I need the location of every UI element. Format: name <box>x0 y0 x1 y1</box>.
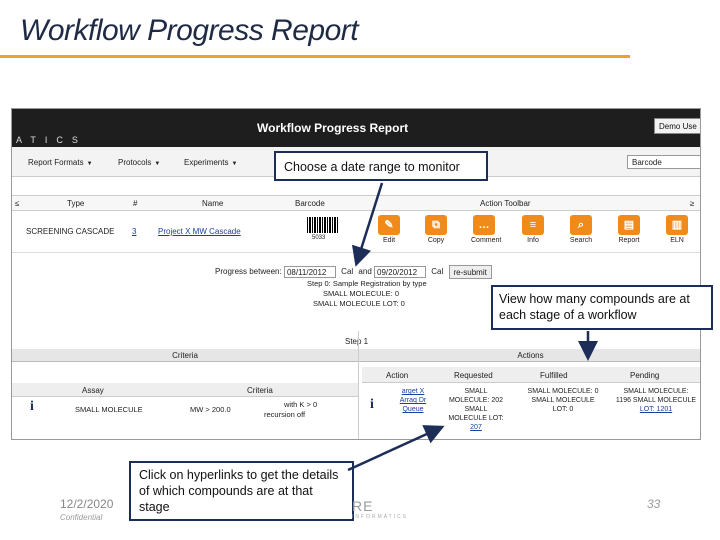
footer-date: 12/2/2020 <box>60 497 114 511</box>
copy-icon: ⧉ <box>425 215 447 235</box>
user-menu-button[interactable]: Demo Use <box>654 118 700 134</box>
step1-label: Step 1 <box>345 337 369 346</box>
chevron-down-icon: ▼ <box>231 161 238 167</box>
callout-date-range: Choose a date range to monitor <box>274 151 488 181</box>
footer-confidential: Confidential <box>60 513 103 522</box>
requested-cell: SMALL MOLECULE: 202 SMALL MOLECULE LOT: … <box>436 387 516 432</box>
step0-small-molecule[interactable]: SMALL MOLECULE: 0 <box>307 289 427 299</box>
step0-title: Step 0: Sample Registration by type <box>307 279 427 288</box>
comment-icon: … <box>473 215 495 235</box>
eln-icon: ▥ <box>666 215 688 235</box>
app-title: Workflow Progress Report <box>257 121 409 135</box>
brand-logo: ATICS <box>16 135 87 145</box>
step0-small-molecule-lot[interactable]: SMALL MOLECULE LOT: 0 <box>307 299 427 309</box>
start-date-input[interactable]: 08/11/2012 <box>283 266 336 278</box>
table-header: ≤ Type # Name Barcode Action Toolbar ≥ <box>12 195 700 211</box>
pending-lot-link[interactable]: LOT: 1201 <box>610 405 700 414</box>
col-pending: Pending <box>630 371 660 380</box>
barcode-number: 5033 <box>312 235 326 241</box>
criteria-table-header: Assay Criteria <box>12 383 358 397</box>
and-label: and <box>358 267 372 277</box>
info-icon: ≡ <box>522 215 544 235</box>
actions-row: i arget X Arraq Dr Queue SMALL MOLECULE:… <box>362 383 700 437</box>
section-divider <box>358 331 359 439</box>
title-divider <box>0 55 630 58</box>
info-icon[interactable]: i <box>30 399 34 415</box>
menu-experiments[interactable]: Experiments ▼ <box>184 158 237 167</box>
fulfilled-cell: SMALL MOLECULE: 0 SMALL MOLECULE LOT: 0 <box>527 388 599 413</box>
actions-section-bar: Actions <box>359 349 700 362</box>
criteria-extra-2: recursion off <box>264 410 306 419</box>
toolbar-report[interactable]: ▤ Report <box>616 215 642 244</box>
report-icon: ▤ <box>618 215 640 235</box>
col-name[interactable]: Name <box>202 199 223 208</box>
callout-hyperlinks: Click on hyperlinks to get the details o… <box>129 461 354 521</box>
toolbar-comment[interactable]: … Comment <box>471 215 501 244</box>
col-barcode[interactable]: Barcode <box>295 199 325 208</box>
col-type[interactable]: Type <box>67 199 84 208</box>
barcode-select[interactable]: Barcode <box>627 155 700 169</box>
col-requested: Requested <box>454 371 493 380</box>
barcode-image <box>307 217 339 233</box>
edit-icon: ✎ <box>378 215 400 235</box>
start-calendar-button[interactable]: Cal <box>341 267 353 276</box>
criteria-row: i SMALL MOLECULE MW > 200.0 with K > 0 r… <box>12 397 358 423</box>
progress-range: Progress between: 08/11/2012 Cal and 09/… <box>215 265 492 279</box>
criteria-extra-1: with K > 0 <box>284 400 318 409</box>
criteria-assay: SMALL MOLECULE <box>75 405 143 414</box>
action-link-3[interactable]: Queue <box>392 405 434 414</box>
resubmit-button[interactable]: re-submit <box>448 265 492 279</box>
slide-title: Workflow Progress Report <box>20 14 359 47</box>
toolbar-edit[interactable]: ✎ Edit <box>376 215 402 244</box>
sort-left-icon[interactable]: ≤ <box>15 199 19 208</box>
chevron-down-icon: ▼ <box>86 161 93 167</box>
col-criteria: Criteria <box>247 386 273 395</box>
row-name-link[interactable]: Project X MW Cascade <box>158 227 241 236</box>
toolbar-copy[interactable]: ⧉ Copy <box>423 215 449 244</box>
chevron-down-icon: ▼ <box>154 161 161 167</box>
toolbar-info[interactable]: ≡ Info <box>520 215 546 244</box>
row-num-link[interactable]: 3 <box>132 227 136 236</box>
footer-logo: RE <box>352 498 374 514</box>
pending-cell: SMALL MOLECULE: 1196 SMALL MOLECULE LOT:… <box>610 387 700 414</box>
footer-logo-subtext: INFORMATICS <box>352 514 409 520</box>
col-fulfilled: Fulfilled <box>540 371 568 380</box>
requested-lot-link[interactable]: 207 <box>436 423 516 432</box>
col-num[interactable]: # <box>133 199 137 208</box>
callout-compounds-stage: View how many compounds are at each stag… <box>491 285 713 330</box>
page-number: 33 <box>647 497 661 511</box>
toolbar-search[interactable]: ⌕ Search <box>568 215 594 244</box>
action-link-2[interactable]: Arraq Dr <box>392 396 434 405</box>
action-link-1[interactable]: arget X <box>392 387 434 396</box>
end-date-input[interactable]: 09/20/2012 <box>374 266 427 278</box>
sort-right-icon[interactable]: ≥ <box>690 199 694 208</box>
col-action: Action <box>386 371 409 380</box>
col-assay: Assay <box>82 386 104 395</box>
info-icon[interactable]: i <box>370 397 374 413</box>
row-type: SCREENING CASCADE <box>26 227 115 236</box>
search-icon: ⌕ <box>570 215 592 235</box>
criteria-section-bar: Criteria <box>12 349 358 362</box>
criteria-value: MW > 200.0 <box>190 405 231 414</box>
toolbar-eln[interactable]: ▥ ELN <box>664 215 690 244</box>
app-header: ATICS Workflow Progress Report Demo Use <box>12 109 700 147</box>
action-cell: arget X Arraq Dr Queue <box>392 387 434 414</box>
actions-table-header: Action Requested Fulfilled Pending <box>362 367 700 383</box>
end-calendar-button[interactable]: Cal <box>431 267 443 276</box>
col-action-toolbar: Action Toolbar <box>480 199 531 208</box>
table-row: SCREENING CASCADE 3 Project X MW Cascade… <box>12 211 700 253</box>
menu-protocols[interactable]: Protocols ▼ <box>118 158 160 167</box>
step0-summary: Step 0: Sample Registration by type SMAL… <box>307 279 427 309</box>
menu-report-formats[interactable]: Report Formats ▼ <box>28 158 93 167</box>
progress-label: Progress between: <box>215 267 282 277</box>
